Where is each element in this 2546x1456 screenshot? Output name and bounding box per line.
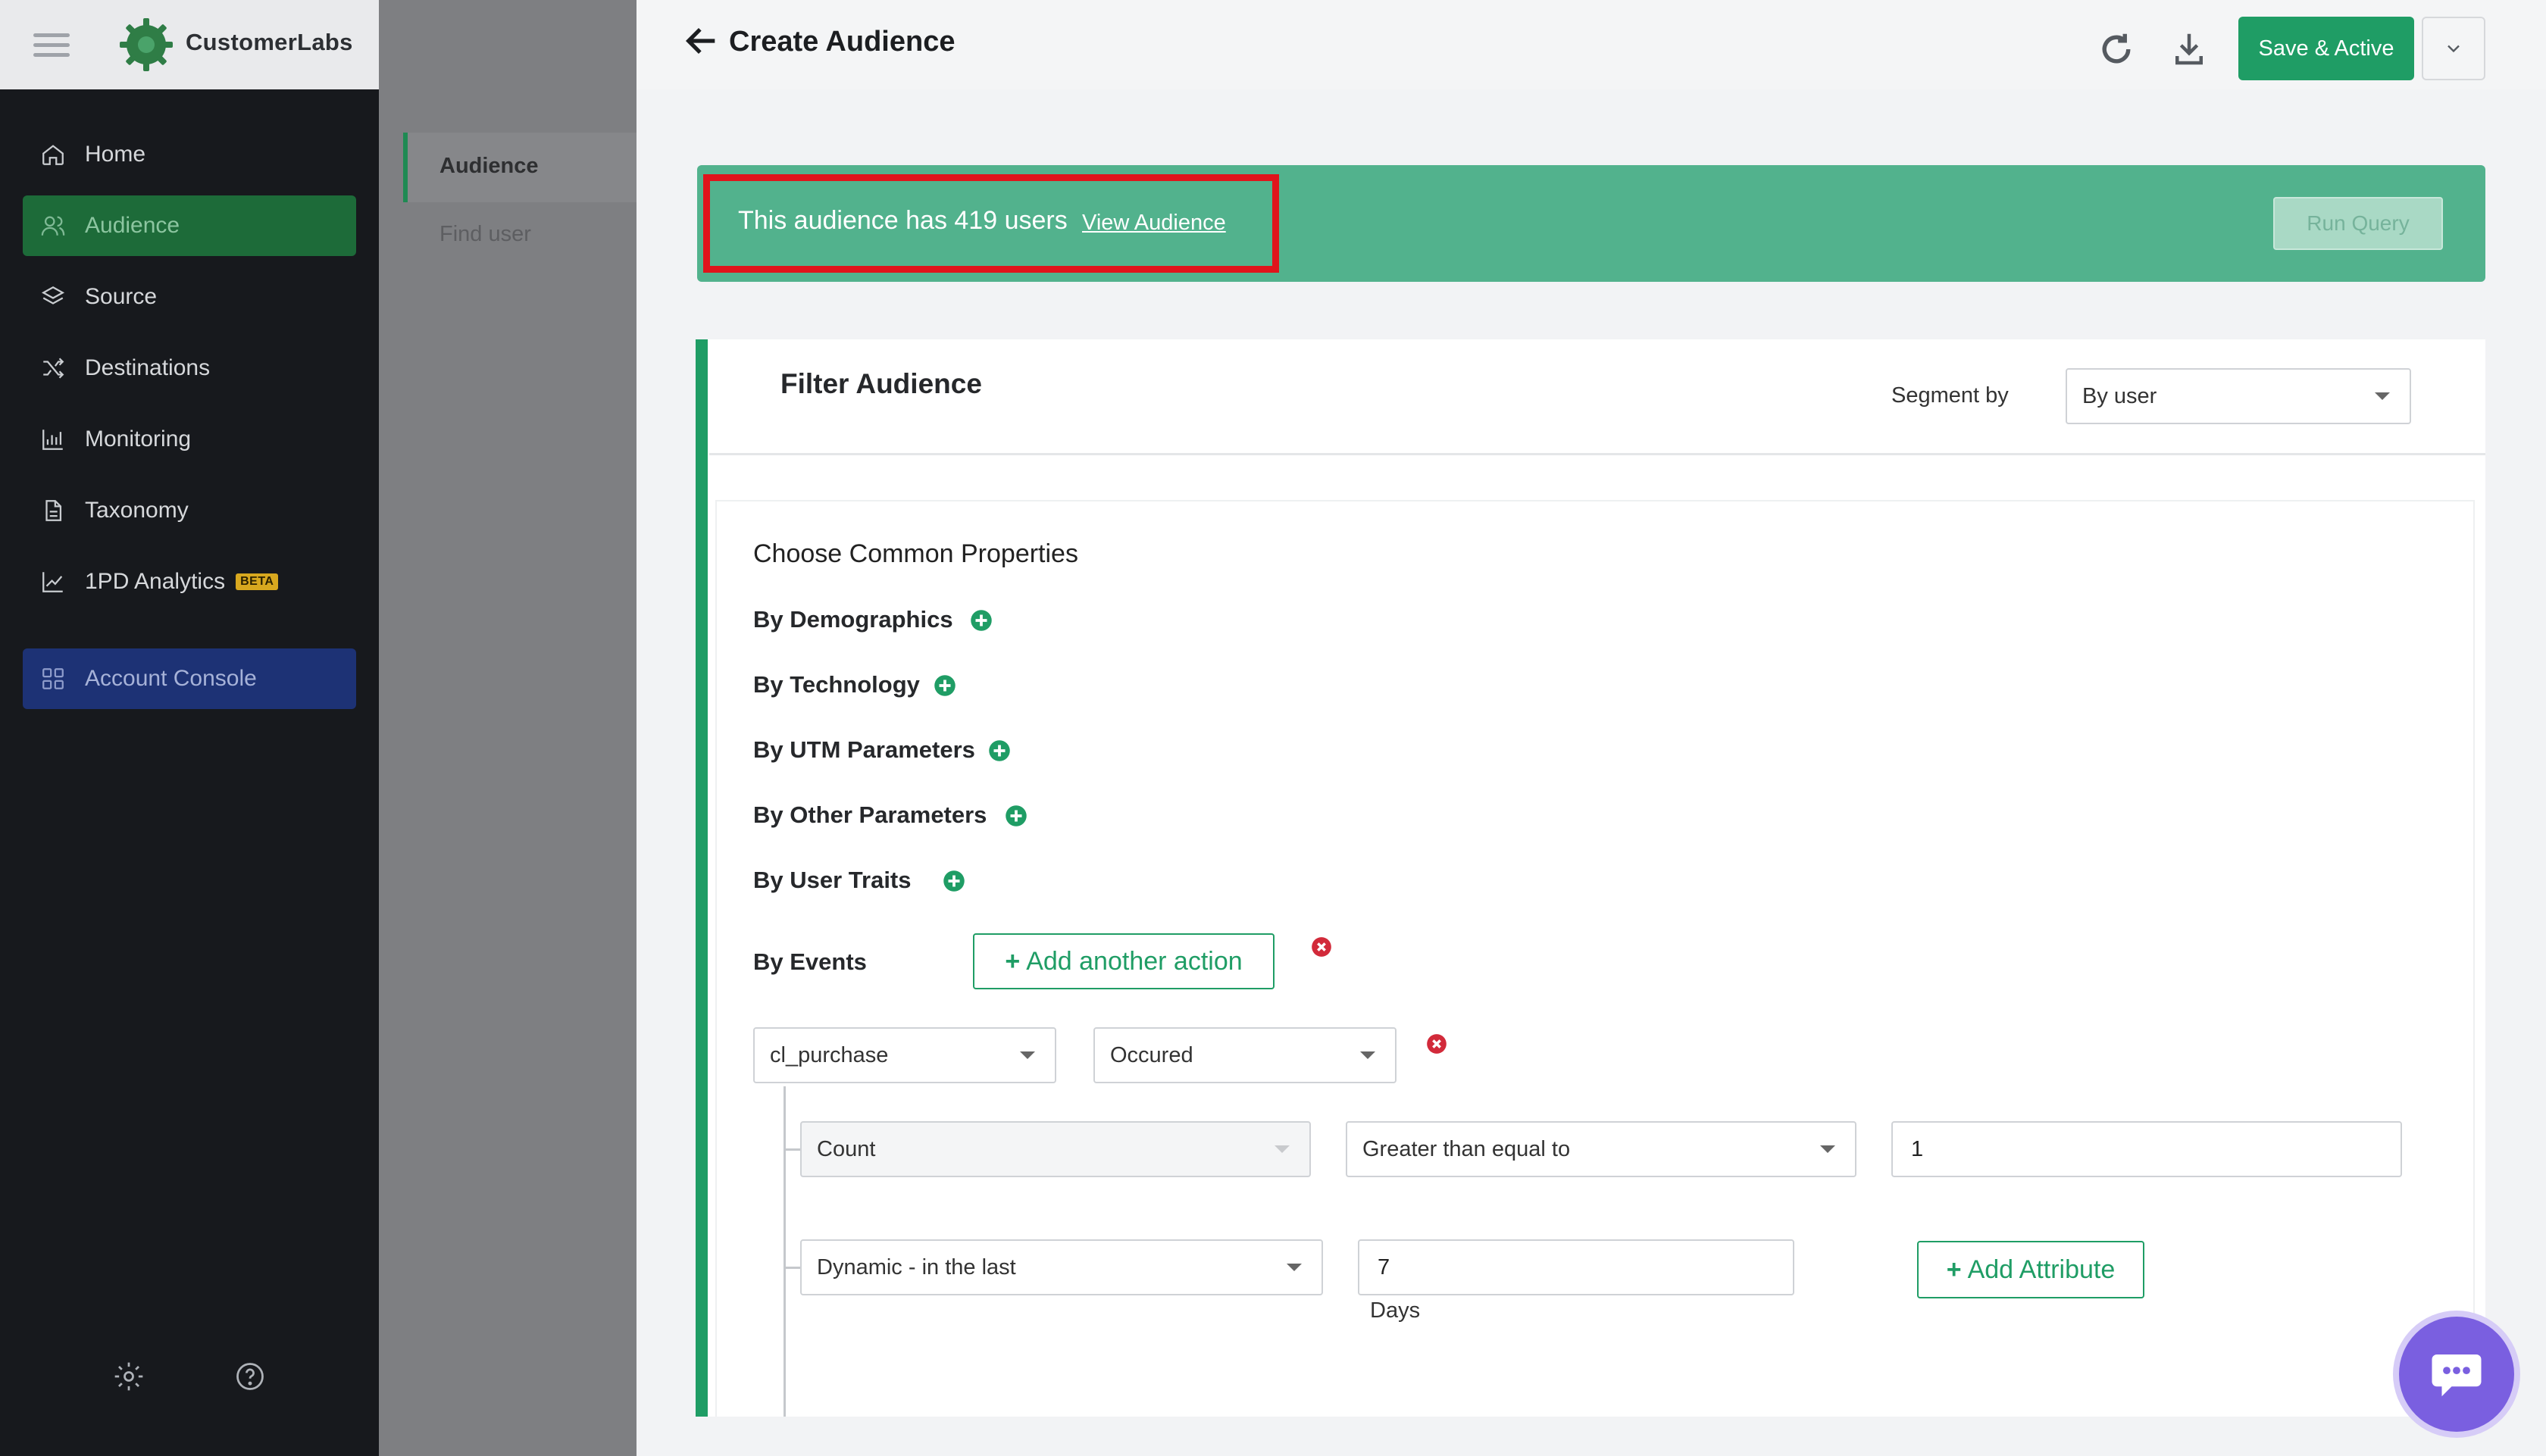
grid-icon xyxy=(38,664,68,694)
days-label: Days xyxy=(1370,1298,1421,1323)
days-value-input[interactable]: 7 xyxy=(1358,1239,1794,1295)
layers-icon xyxy=(38,282,68,312)
remove-events-icon[interactable] xyxy=(1311,936,1332,961)
by-utm-parameters-label: By UTM Parameters xyxy=(753,736,975,763)
brand-name: CustomerLabs xyxy=(186,29,353,55)
caret-down-icon xyxy=(1820,1145,1835,1153)
shuffle-icon xyxy=(38,353,68,383)
sidebar-item-label: Audience xyxy=(85,213,180,238)
hamburger-menu-icon[interactable] xyxy=(33,27,70,64)
by-technology-label: By Technology xyxy=(753,671,920,698)
subnav-item-audience[interactable]: Audience xyxy=(439,154,539,179)
add-another-action-button[interactable]: + Add another action xyxy=(973,933,1275,989)
add-action-label: Add another action xyxy=(1026,946,1243,976)
beta-badge: BETA xyxy=(236,573,279,590)
more-options-button[interactable] xyxy=(2422,17,2485,80)
chat-support-button[interactable] xyxy=(2399,1317,2514,1432)
sidebar-item-1pd-analytics[interactable]: 1PD Analytics BETA xyxy=(23,551,356,612)
metric-select[interactable]: Count xyxy=(800,1121,1311,1177)
sidebar-item-audience[interactable]: Audience xyxy=(23,195,356,256)
sidebar-item-monitoring[interactable]: Monitoring xyxy=(23,409,356,470)
add-attribute-label: Add Attribute xyxy=(1967,1254,2116,1284)
users-icon xyxy=(38,211,68,241)
time-range-select[interactable]: Dynamic - in the last xyxy=(800,1239,1323,1295)
caret-down-icon xyxy=(1360,1051,1375,1059)
event-name-value: cl_purchase xyxy=(770,1042,889,1067)
by-user-traits-label: By User Traits xyxy=(753,867,912,893)
days-value-text: 7 xyxy=(1378,1254,1390,1279)
segment-by-value: By user xyxy=(2082,383,2157,408)
sidebar-item-label: Destinations xyxy=(85,355,211,380)
view-audience-link[interactable]: View Audience xyxy=(1082,211,1226,236)
time-range-value: Dynamic - in the last xyxy=(817,1254,1016,1279)
sidebar-item-account-console[interactable]: Account Console xyxy=(23,648,356,709)
sidebar-item-taxonomy[interactable]: Taxonomy xyxy=(23,480,356,541)
subnav-item-find-user[interactable]: Find user xyxy=(439,222,531,247)
run-query-button[interactable]: Run Query xyxy=(2273,197,2443,250)
count-value-text: 1 xyxy=(1911,1136,1924,1161)
document-icon xyxy=(38,495,68,526)
occurrence-value: Occured xyxy=(1110,1042,1193,1067)
by-demographics-label: By Demographics xyxy=(753,606,953,633)
sidebar-item-label: Account Console xyxy=(85,666,257,691)
sidebar-item-label: Monitoring xyxy=(85,426,192,451)
count-value-input[interactable]: 1 xyxy=(1891,1121,2402,1177)
page-title: Create Audience xyxy=(729,26,956,58)
add-user-traits-plus-icon[interactable] xyxy=(943,870,965,896)
refresh-icon[interactable] xyxy=(2096,29,2137,70)
line-chart-icon xyxy=(38,567,68,597)
add-technology-plus-icon[interactable] xyxy=(934,674,956,701)
operator-select[interactable]: Greater than equal to xyxy=(1346,1121,1856,1177)
segment-by-select[interactable]: By user xyxy=(2066,368,2411,424)
occurrence-select[interactable]: Occured xyxy=(1093,1027,1397,1083)
plus-icon: + xyxy=(1005,946,1021,976)
download-icon[interactable] xyxy=(2169,29,2210,70)
audience-count-text: This audience has 419 users xyxy=(738,206,1068,235)
caret-down-icon xyxy=(1275,1145,1290,1153)
gear-icon[interactable] xyxy=(112,1360,145,1393)
sidebar-item-label: Home xyxy=(85,142,146,167)
by-events-label: By Events xyxy=(753,948,867,975)
metric-value: Count xyxy=(817,1136,876,1161)
by-other-parameters-label: By Other Parameters xyxy=(753,801,987,828)
sidebar-item-label: Taxonomy xyxy=(85,498,189,523)
add-attribute-button[interactable]: + Add Attribute xyxy=(1917,1241,2144,1298)
event-name-select[interactable]: cl_purchase xyxy=(753,1027,1056,1083)
operator-value: Greater than equal to xyxy=(1362,1136,1571,1161)
remove-event-icon[interactable] xyxy=(1426,1033,1447,1058)
sidebar-item-label: Source xyxy=(85,284,158,309)
save-and-active-button[interactable]: Save & Active xyxy=(2238,17,2414,80)
caret-down-icon xyxy=(2375,392,2390,400)
tree-connector xyxy=(784,1148,802,1151)
sidebar-item-destinations[interactable]: Destinations xyxy=(23,338,356,398)
tree-connector xyxy=(784,1086,786,1417)
add-other-parameters-plus-icon[interactable] xyxy=(1005,805,1027,831)
sidebar-item-label: 1PD Analytics xyxy=(85,569,226,594)
common-properties-title: Choose Common Properties xyxy=(753,539,1078,568)
chat-bubble-icon xyxy=(2432,1354,2482,1397)
caret-down-icon xyxy=(1020,1051,1035,1059)
segment-by-label: Segment by xyxy=(1891,383,2009,408)
bar-chart-icon xyxy=(38,424,68,455)
subnav-active-indicator xyxy=(403,133,408,202)
add-utm-plus-icon[interactable] xyxy=(988,739,1011,766)
sidebar-item-source[interactable]: Source xyxy=(23,267,356,327)
sub-sidebar xyxy=(379,0,636,1456)
back-arrow-icon[interactable] xyxy=(682,21,721,61)
sidebar-item-home[interactable]: Home xyxy=(23,124,356,185)
home-icon xyxy=(38,139,68,170)
tree-connector xyxy=(784,1267,802,1269)
customerlabs-logo-icon xyxy=(117,15,176,74)
add-demographics-plus-icon[interactable] xyxy=(970,609,993,636)
filter-title: Filter Audience xyxy=(780,368,982,399)
chevron-down-icon xyxy=(2447,45,2460,53)
help-icon[interactable] xyxy=(233,1360,267,1393)
plus-icon: + xyxy=(1946,1254,1962,1284)
caret-down-icon xyxy=(1287,1264,1302,1271)
card-divider xyxy=(709,453,2485,455)
